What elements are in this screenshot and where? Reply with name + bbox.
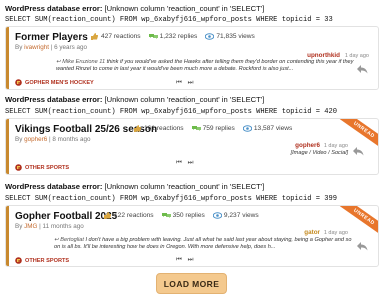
views-count: 13,587 views [253,125,293,132]
topic-pager[interactable]: ⏮ ⏭ [176,159,196,167]
latest-poster[interactable]: gator [304,229,320,236]
forum-tag[interactable]: OTHER SPORTS [15,164,69,171]
forum-tag[interactable]: GOPHER MEN'S HOCKEY [15,79,94,86]
forum-logo-icon [15,79,22,86]
reply-arrow-icon[interactable] [356,238,368,251]
topic-title[interactable]: Former Players [15,32,88,43]
replies-icon [148,33,158,40]
reactions-icon [90,33,98,40]
db-error-message: WordPress database error: [Unknown colum… [5,95,265,104]
forum-logo-icon [15,164,22,171]
views-icon [212,212,222,219]
card-stripe [6,119,9,174]
reactions-count: 427 reactions [101,33,141,40]
topic-byline: By ivawright | 6 years ago [15,44,88,51]
reply-arrow-icon[interactable] [356,61,368,74]
load-more-button[interactable]: LOAD MORE [156,273,227,294]
latest-snippet: ↩ Bertogliat I don't have a big problem … [54,237,352,250]
latest-snippet: [Image / Video / Social] [290,150,348,156]
db-error-sql: SELECT SUM(reaction_count) FROM wp_6xaby… [5,108,338,116]
topic-stats: 161 reactions 759 replies 13,587 views [133,125,292,132]
topic-byline: By JMG | 11 months ago [15,223,84,230]
snippet-author: Mike Eruzione 11 [62,59,106,65]
replies-icon [161,212,171,219]
card-stripe [6,206,9,266]
replies-icon [191,125,201,132]
db-error-sql: SELECT SUM(reaction_count) FROM wp_6xaby… [5,16,333,24]
replies-count: 1,232 replies [159,33,198,40]
topic-byline: By gopher6 | 8 months ago [15,136,91,143]
latest-time: 1 day ago [323,230,348,236]
topic-card[interactable]: UNREAD Gopher Football 2025 By JMG | 11 … [5,205,379,267]
reactions-count: 122 reactions [114,212,154,219]
topic-card[interactable]: UNREAD Vikings Football 25/26 season By … [5,118,379,175]
topic-card[interactable]: Former Players By ivawright | 6 years ag… [5,26,379,90]
reactions-icon [103,212,111,219]
topic-title[interactable]: Gopher Football 2025 [15,211,117,222]
topic-pager[interactable]: ⏮ ⏭ [176,79,196,87]
db-error-message: WordPress database error: [Unknown colum… [5,182,265,191]
latest-poster[interactable]: upnorthkid [307,52,340,59]
replies-count: 350 replies [172,212,205,219]
views-count: 9,237 views [223,212,259,219]
forum-logo-icon [15,257,22,264]
replies-count: 759 replies [202,125,235,132]
topic-stats: 122 reactions 350 replies 9,237 views [103,212,259,219]
db-error-sql: SELECT SUM(reaction_count) FROM wp_6xaby… [5,195,338,203]
card-stripe [6,27,9,89]
latest-time: 1 day ago [323,143,348,149]
latest-snippet: ↩ Mike Eruzione 11 think if you would've… [56,59,354,72]
snippet-author: Bertogliat [60,237,84,243]
db-error-message: WordPress database error: [Unknown colum… [5,4,265,13]
topic-pager[interactable]: ⏮ ⏭ [176,256,196,264]
author-link[interactable]: ivawright [24,44,49,51]
latest-poster[interactable]: gopher6 [295,142,320,149]
views-icon [205,33,215,40]
views-count: 71,835 views [216,33,255,40]
reactions-icon [133,125,141,132]
reply-arrow-icon[interactable] [352,143,364,156]
reactions-count: 161 reactions [144,125,184,132]
topic-stats: 427 reactions 1,232 replies 71,835 views [90,33,255,40]
author-link[interactable]: JMG [24,223,37,230]
views-icon [242,125,252,132]
author-link[interactable]: gopher6 [24,136,47,143]
forum-tag[interactable]: OTHER SPORTS [15,257,69,264]
